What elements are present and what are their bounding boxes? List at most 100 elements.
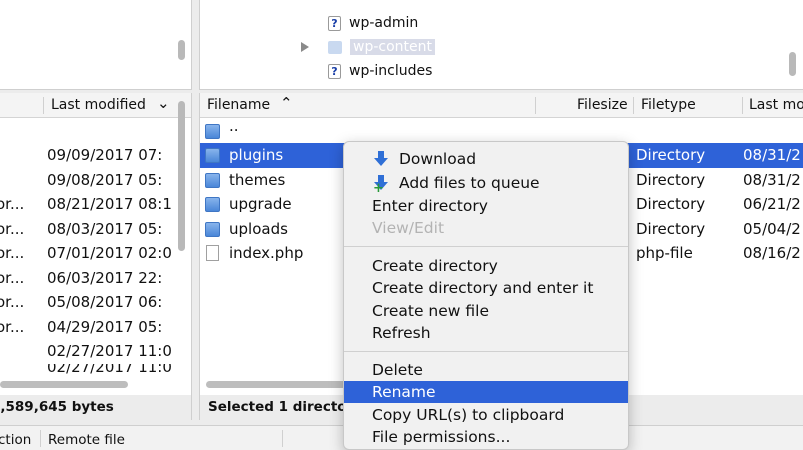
tree-item-wp-content[interactable]: wp-content [328,36,435,58]
column-header-last-modified[interactable]: Last mo [749,97,803,113]
column-separator [742,97,743,114]
local-directory-tree[interactable] [0,0,192,90]
local-row-name: or... [0,293,25,312]
menu-item-create-directory-enter[interactable]: Create directory and enter it [344,277,628,299]
local-row[interactable]: or... 07/01/2017 02:0 [0,241,178,266]
local-row[interactable]: 09/09/2017 07: [0,143,178,168]
menu-item-label: Delete [372,361,423,379]
local-status-bar: 5,589,645 bytes [0,395,192,420]
file-type: Directory [636,195,706,214]
menu-item-file-permissions[interactable]: File permissions... [344,426,628,448]
local-tree-scrollbar[interactable] [178,40,185,60]
menu-item-create-directory[interactable]: Create directory [344,255,628,277]
sort-chevron-up-icon[interactable]: ⌃ [280,94,293,112]
column-separator [40,430,41,447]
column-header-filetype[interactable]: Filetype [641,97,696,113]
local-status-text: 5,589,645 bytes [0,399,114,415]
local-row[interactable]: or... 05/08/2017 06: [0,290,178,315]
file-type: php-file [636,244,693,263]
local-list-header: Last modified ⌄ [0,93,191,118]
unknown-folder-icon: ? [328,63,341,79]
local-row[interactable]: or... 06/03/2017 22: [0,266,178,291]
menu-item-add-to-queue[interactable]: + Add files to queue [344,172,628,196]
local-row-modified: 02/27/2017 11:0 [47,342,172,361]
local-row-name: or... [0,317,25,336]
column-separator [282,430,283,447]
expand-arrow-icon[interactable] [301,42,309,52]
folder-icon [328,40,342,54]
local-row-modified: 06/03/2017 22: [47,268,163,287]
local-row-modified: 08/21/2017 08:1 [47,195,172,214]
file-type: Directory [636,220,706,239]
column-separator [43,97,44,114]
file-name: themes [229,171,286,190]
local-list-scrollbar[interactable] [178,101,185,251]
local-row[interactable]: 02/27/2017 11:0 [0,364,178,378]
column-header-last-modified[interactable]: Last modified [51,97,146,113]
remote-tree-scrollbar[interactable] [789,52,796,76]
folder-icon [205,123,220,139]
menu-item-download[interactable]: Download [344,148,628,170]
tree-item-wp-includes[interactable]: ? wp-includes [328,60,432,82]
menu-item-label: Rename [372,383,436,401]
folder-icon [205,196,220,212]
menu-item-label: Create new file [372,302,489,320]
remote-list-hscrollbar[interactable] [206,381,346,388]
menu-separator [344,246,628,247]
local-row[interactable]: or... 08/03/2017 05: [0,217,178,242]
file-type: Directory [636,146,706,165]
file-name: upgrade [229,195,292,214]
local-row[interactable]: 02/27/2017 11:0 [0,339,178,364]
local-row-modified: 07/01/2017 02:0 [47,244,172,263]
local-row-modified: 09/08/2017 05: [47,170,163,189]
menu-item-label: Create directory and enter it [372,279,594,297]
context-menu: Download + Add files to queue Enter dire… [343,141,629,450]
tree-item-label: wp-admin [349,15,419,31]
menu-item-label: View/Edit [372,219,445,237]
download-arrow-icon [373,151,389,167]
menu-item-delete[interactable]: Delete [344,359,628,381]
local-row-name: or... [0,195,25,214]
column-header-filename[interactable]: Filename [207,97,270,113]
tree-item-wp-admin[interactable]: ? wp-admin [328,12,418,34]
folder-icon [205,147,220,163]
menu-item-rename[interactable]: Rename [344,381,628,403]
add-to-queue-icon: + [373,175,389,196]
folder-icon [205,172,220,188]
file-name: index.php [229,244,304,263]
menu-item-label: File permissions... [372,428,511,446]
menu-item-view-edit: View/Edit [344,217,628,239]
menu-item-enter-directory[interactable]: Enter directory [344,195,628,217]
column-separator [535,97,536,114]
column-header-filesize[interactable]: Filesize [577,97,628,113]
menu-item-create-new-file[interactable]: Create new file [344,300,628,322]
sort-chevron-down-icon[interactable]: ⌄ [157,94,170,112]
queue-column-direction[interactable]: ction [0,432,31,448]
remote-directory-tree[interactable]: ? wp-admin wp-content ? wp-includes [199,0,803,90]
menu-item-label: Add files to queue [399,174,540,192]
local-file-list[interactable]: Last modified ⌄ 09/09/2017 07: 09/08/201… [0,93,192,395]
file-modified: 05/04/2 [743,220,801,239]
local-row-modified: 02/27/2017 11:0 [47,363,172,376]
menu-item-copy-url[interactable]: Copy URL(s) to clipboard [344,404,628,426]
file-modified: 08/31/2 [743,171,801,190]
queue-column-remote-file[interactable]: Remote file [48,432,125,448]
menu-item-label: Enter directory [372,197,488,215]
menu-item-refresh[interactable]: Refresh [344,322,628,344]
file-name: .. [229,117,239,135]
local-row[interactable]: or... 08/21/2017 08:1 [0,192,178,217]
local-row-name: or... [0,219,25,238]
file-name: uploads [229,220,288,239]
local-row[interactable]: or... 04/29/2017 05: [0,315,178,340]
local-row-modified: 08/03/2017 05: [47,219,163,238]
file-modified: 06/21/2 [743,195,801,214]
local-row-name: or... [0,244,25,263]
tree-item-label: wp-includes [349,63,433,79]
file-icon [206,245,219,262]
folder-icon [205,221,220,237]
file-row-parent[interactable]: .. [200,117,803,144]
local-row-modified: 05/08/2017 06: [47,293,163,312]
unknown-folder-icon: ? [328,15,341,31]
local-list-hscrollbar[interactable] [0,381,128,388]
local-row[interactable]: 09/08/2017 05: [0,168,178,193]
